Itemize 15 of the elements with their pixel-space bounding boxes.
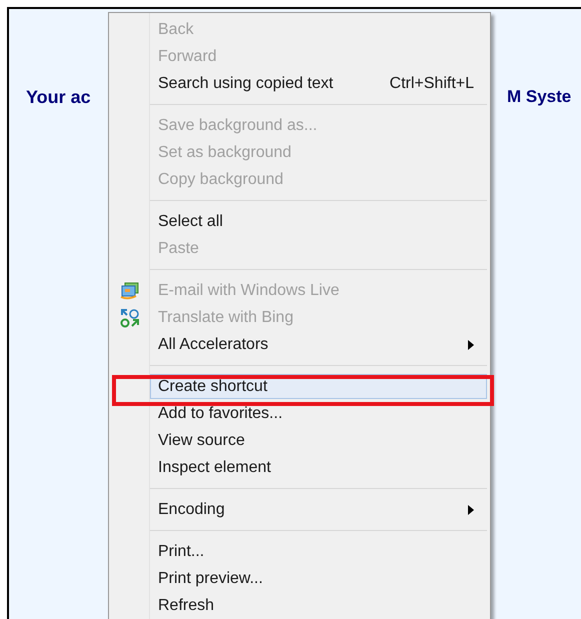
page-heading: Your ac: [26, 86, 91, 109]
menu-item[interactable]: Print...: [150, 539, 487, 564]
menu-item[interactable]: View source: [150, 428, 487, 453]
mail-window-icon: [120, 282, 140, 300]
menu-item[interactable]: All Accelerators: [150, 332, 487, 357]
menu-item[interactable]: Encoding: [150, 497, 487, 522]
menu-item[interactable]: Inspect element: [150, 455, 487, 480]
menu-item[interactable]: Search using copied text Ctrl+Shift+L: [150, 71, 487, 96]
translate-icon: [120, 308, 140, 328]
menu-item[interactable]: Select all: [150, 209, 487, 234]
shortcut-text: Ctrl+Shift+L: [390, 74, 474, 94]
menu-item[interactable]: Refresh: [150, 593, 487, 618]
page-heading: M Syste: [507, 86, 572, 108]
menu-item[interactable]: Print preview...: [150, 566, 487, 591]
menu-item[interactable]: Add to favorites...: [150, 401, 487, 426]
